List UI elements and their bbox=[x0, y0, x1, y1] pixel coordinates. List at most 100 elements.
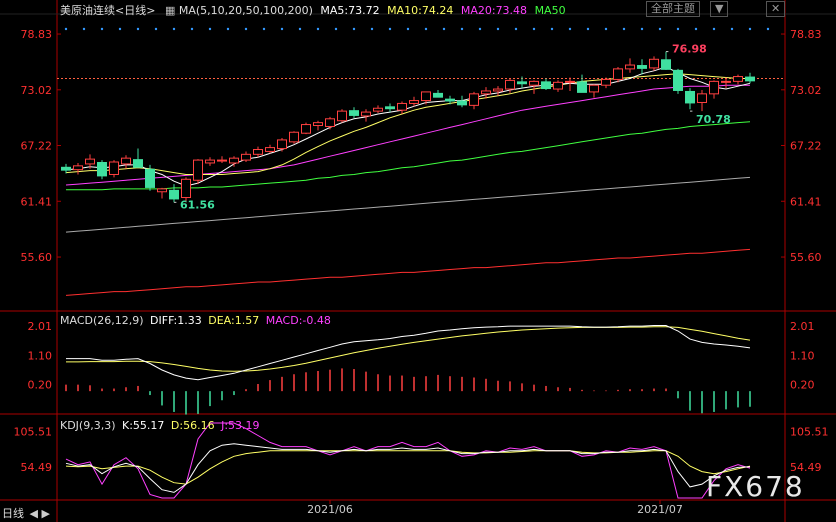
close-button[interactable]: ✕ bbox=[766, 1, 786, 17]
y-tick-right: 67.22 bbox=[790, 139, 822, 152]
top-dot bbox=[298, 27, 302, 31]
top-dot bbox=[82, 27, 86, 31]
top-dot bbox=[352, 27, 356, 31]
top-dot bbox=[766, 27, 770, 31]
theme-label: 全部主题 bbox=[651, 2, 695, 15]
macd-value: MACD:-0.48 bbox=[265, 314, 331, 327]
top-dot bbox=[280, 27, 284, 31]
candle-body-up bbox=[721, 80, 731, 83]
top-dot bbox=[496, 27, 500, 31]
candle-body-up bbox=[589, 84, 599, 93]
x-tick-label: 2021/06 bbox=[307, 503, 353, 516]
instrument-title: 美原油连续<日线> bbox=[60, 4, 156, 17]
kdj-j-line bbox=[65, 422, 751, 499]
candle-body-down bbox=[577, 81, 587, 93]
ma10-value: MA10:74.24 bbox=[387, 4, 454, 17]
candle-body-down bbox=[445, 98, 455, 102]
x-tick-label: 2021/07 bbox=[637, 503, 683, 516]
candle-body-up bbox=[493, 88, 503, 92]
candle-body-up bbox=[469, 93, 479, 106]
top-dot bbox=[712, 27, 716, 31]
top-dot bbox=[406, 27, 410, 31]
ma50-label: MA50 bbox=[534, 4, 566, 17]
kdj-panel bbox=[65, 422, 751, 499]
top-dot bbox=[64, 27, 68, 31]
candle-body-up bbox=[565, 80, 575, 83]
top-dot bbox=[208, 27, 212, 31]
main-legend: 美原油连续<日线> ▦ MA(5,10,20,50,100,200) MA5:7… bbox=[60, 2, 566, 18]
candle-body-up bbox=[121, 157, 131, 165]
top-dot bbox=[244, 27, 248, 31]
candle-body-up bbox=[193, 159, 203, 181]
kdj-y-tick-left: 54.49 bbox=[21, 461, 53, 474]
candle-body-down bbox=[133, 159, 143, 168]
kdj-j: J:53.19 bbox=[221, 419, 260, 432]
candle-body-up bbox=[421, 91, 431, 102]
candle-body-down bbox=[349, 110, 359, 116]
candle-body-up bbox=[397, 102, 407, 111]
y-tick-right: 61.41 bbox=[790, 195, 822, 208]
top-dot bbox=[172, 27, 176, 31]
candle-body-up bbox=[73, 165, 83, 171]
candle-body-up bbox=[217, 159, 227, 162]
candle-body-down bbox=[433, 92, 443, 98]
macd-y-tick-right: 1.10 bbox=[790, 349, 815, 362]
candle-body-up bbox=[709, 80, 719, 95]
top-dot bbox=[748, 27, 752, 31]
candle-body-up bbox=[157, 188, 167, 193]
top-dot bbox=[100, 27, 104, 31]
top-dot bbox=[532, 27, 536, 31]
y-tick-right: 78.83 bbox=[790, 28, 822, 41]
candle-body-down bbox=[685, 90, 695, 104]
candle-body-up bbox=[613, 68, 623, 80]
y-tick-right: 73.02 bbox=[790, 84, 822, 97]
kdj-k: K:55.17 bbox=[122, 419, 165, 432]
top-dot bbox=[136, 27, 140, 31]
top-dot bbox=[118, 27, 122, 31]
candle-body-up bbox=[505, 79, 515, 90]
play-right-icon[interactable]: ▶ bbox=[41, 507, 49, 520]
candle-body-up bbox=[553, 81, 563, 90]
kdj-d-line bbox=[65, 450, 751, 485]
macd-y-tick-left: 1.10 bbox=[28, 349, 53, 362]
macd-params: MACD(26,12,9) bbox=[60, 314, 144, 327]
top-dot bbox=[550, 27, 554, 31]
top-dot bbox=[424, 27, 428, 31]
candle-body-up bbox=[253, 149, 263, 155]
macd-legend: MACD(26,12,9) DIFF:1.33 DEA:1.57 MACD:-0… bbox=[60, 314, 331, 327]
candle-body-up bbox=[181, 178, 191, 199]
macd-y-tick-right: 2.01 bbox=[790, 320, 815, 333]
candle-body-up bbox=[733, 76, 743, 82]
macd-diff-line bbox=[66, 325, 751, 381]
top-dot bbox=[604, 27, 608, 31]
top-dot bbox=[586, 27, 590, 31]
top-dot bbox=[190, 27, 194, 31]
top-dot bbox=[442, 27, 446, 31]
top-dot bbox=[316, 27, 320, 31]
close-icon: ✕ bbox=[771, 2, 781, 15]
y-tick-left: 67.22 bbox=[21, 139, 53, 152]
candle-body-down bbox=[637, 65, 647, 69]
top-dot bbox=[622, 27, 626, 31]
candle-body-up bbox=[625, 64, 635, 70]
macd-y-tick-left: 2.01 bbox=[28, 320, 53, 333]
ma5-value: MA5:73.72 bbox=[320, 4, 380, 17]
top-dot bbox=[262, 27, 266, 31]
macd-diff: DIFF:1.33 bbox=[150, 314, 202, 327]
top-dot bbox=[334, 27, 338, 31]
y-tick-left: 61.41 bbox=[21, 195, 53, 208]
candle-body-down bbox=[517, 81, 527, 85]
theme-button[interactable]: 全部主题 bbox=[646, 1, 700, 17]
candle-body-down bbox=[97, 162, 107, 177]
chart-svg: 76.98 61.56 70.78 78.83 78.83 73.02 73.02 67.2… bbox=[0, 0, 836, 522]
candle-body-down bbox=[541, 81, 551, 90]
macd-y-tick-right: 0.20 bbox=[790, 379, 815, 392]
period-tab[interactable]: 日线 ◀ ▶ bbox=[2, 505, 50, 521]
top-dot bbox=[730, 27, 734, 31]
ma-params-icon: ▦ bbox=[164, 4, 176, 17]
ma20-value: MA20:73.48 bbox=[460, 4, 528, 17]
annotation-label: 70.78 bbox=[696, 113, 731, 126]
theme-dropdown-button[interactable]: ▼ bbox=[710, 1, 729, 17]
chevron-down-icon: ▼ bbox=[715, 2, 724, 15]
play-left-icon[interactable]: ◀ bbox=[30, 507, 38, 520]
